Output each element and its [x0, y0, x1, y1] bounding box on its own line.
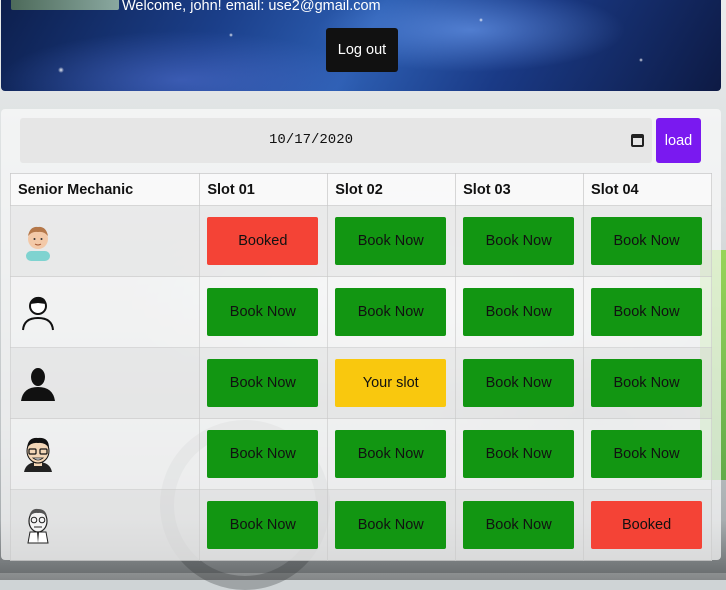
slot-button-book-now[interactable]: Book Now	[335, 430, 447, 478]
slot-cell: Your slot	[327, 347, 457, 419]
user-avatar	[11, 0, 119, 10]
header-slot-03: Slot 03	[455, 173, 585, 206]
mechanic-cell	[9, 489, 201, 561]
slot-button-booked[interactable]: Booked	[591, 501, 703, 549]
slot-cell: Book Now	[455, 276, 585, 348]
slot-button-book-now[interactable]: Book Now	[463, 288, 575, 336]
sketch-man-icon	[27, 508, 49, 544]
mechanic-cell	[9, 347, 201, 419]
slot-button-book-now[interactable]: Book Now	[591, 288, 703, 336]
booking-panel: 10/17/2020 load Senior Mechanic Slot 01 …	[1, 109, 721, 561]
header-slot-02: Slot 02	[327, 173, 457, 206]
slot-cell: Book Now	[199, 347, 329, 419]
header-slot-04: Slot 04	[583, 173, 712, 206]
header-slot-01: Slot 01	[199, 173, 329, 206]
glasses-man-icon	[24, 437, 52, 472]
slot-button-your-slot[interactable]: Your slot	[335, 359, 447, 407]
slot-button-booked[interactable]: Booked	[207, 217, 319, 265]
mechanic-cell	[9, 276, 201, 348]
slot-button-book-now[interactable]: Book Now	[207, 359, 319, 407]
header-mechanic: Senior Mechanic	[9, 173, 201, 206]
slot-cell: Book Now	[455, 205, 585, 277]
header-banner: Welcome, john! email: use2@gmail.com Log…	[1, 0, 721, 91]
slot-cell: Book Now	[583, 347, 712, 419]
load-button[interactable]: load	[656, 118, 701, 163]
slot-cell: Book Now	[327, 418, 457, 490]
date-input[interactable]: 10/17/2020	[20, 118, 652, 163]
man-face-icon	[26, 226, 50, 261]
date-value: 10/17/2020	[269, 132, 354, 148]
slot-cell: Book Now	[327, 205, 457, 277]
slot-cell: Book Now	[199, 276, 329, 348]
logout-button[interactable]: Log out	[326, 28, 398, 72]
slot-button-book-now[interactable]: Book Now	[463, 430, 575, 478]
table-row: Book Now Your slot Book Now Book Now	[9, 347, 712, 419]
welcome-text: Welcome, john! email: use2@gmail.com	[122, 0, 381, 14]
slot-button-book-now[interactable]: Book Now	[207, 501, 319, 549]
table-row: Book Now Book Now Book Now Booked	[9, 489, 712, 561]
slot-button-book-now[interactable]: Book Now	[591, 430, 703, 478]
slot-button-book-now[interactable]: Book Now	[207, 430, 319, 478]
slot-cell: Book Now	[199, 489, 329, 561]
slot-cell: Book Now	[327, 276, 457, 348]
table-row: Book Now Book Now Book Now Book Now	[9, 418, 712, 490]
slot-cell: Booked	[583, 489, 712, 561]
slot-cell: Book Now	[455, 418, 585, 490]
slot-button-book-now[interactable]: Book Now	[207, 288, 319, 336]
slot-cell: Book Now	[199, 418, 329, 490]
slot-cell: Book Now	[583, 418, 712, 490]
slot-button-book-now[interactable]: Book Now	[463, 217, 575, 265]
slot-button-book-now[interactable]: Book Now	[335, 288, 447, 336]
slot-button-book-now[interactable]: Book Now	[335, 501, 447, 549]
slot-cell: Book Now	[583, 205, 712, 277]
slot-button-book-now[interactable]: Book Now	[463, 501, 575, 549]
table-row: Booked Book Now Book Now Book Now	[9, 205, 712, 277]
person-silhouette-icon	[21, 368, 55, 401]
slot-cell: Book Now	[583, 276, 712, 348]
slot-cell: Book Now	[455, 347, 585, 419]
table-header-row: Senior Mechanic Slot 01 Slot 02 Slot 03 …	[9, 173, 712, 206]
slot-button-book-now[interactable]: Book Now	[463, 359, 575, 407]
slot-cell: Book Now	[327, 489, 457, 561]
slot-button-book-now[interactable]: Book Now	[335, 217, 447, 265]
person-outline-icon	[22, 296, 54, 331]
slot-button-book-now[interactable]: Book Now	[591, 359, 703, 407]
calendar-icon[interactable]	[631, 134, 644, 147]
slot-cell: Booked	[199, 205, 329, 277]
slot-cell: Book Now	[455, 489, 585, 561]
mechanic-cell	[9, 205, 201, 277]
slot-button-book-now[interactable]: Book Now	[591, 217, 703, 265]
slot-table: Senior Mechanic Slot 01 Slot 02 Slot 03 …	[9, 173, 712, 561]
table-row: Book Now Book Now Book Now Book Now	[9, 276, 712, 348]
mechanic-cell	[9, 418, 201, 490]
